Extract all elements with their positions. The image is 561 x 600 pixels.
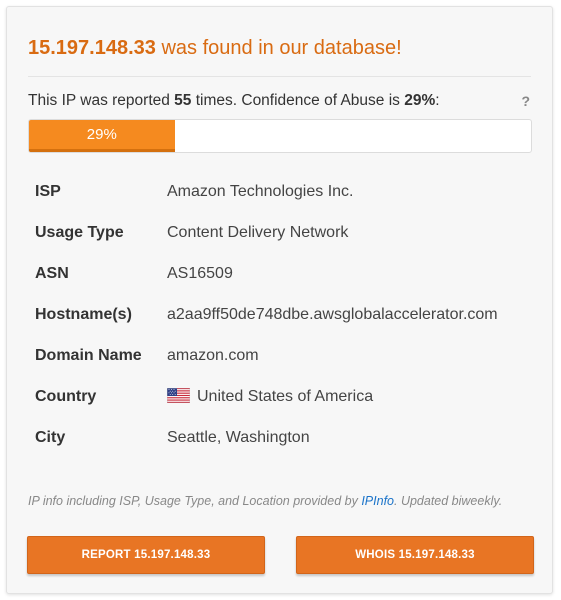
detail-key: Domain Name	[35, 347, 142, 364]
help-icon[interactable]: ?	[521, 91, 530, 111]
confidence-progress-bar: 29%	[28, 119, 532, 153]
us-flag-icon	[167, 388, 190, 403]
note-prefix: IP info including ISP, Usage Type, and L…	[28, 494, 362, 508]
note-suffix: . Updated biweekly.	[394, 494, 503, 508]
detail-value: Amazon Technologies Inc.	[167, 183, 354, 200]
detail-value: amazon.com	[167, 347, 259, 364]
detail-row-country: Country United States of America	[35, 386, 535, 427]
confidence-value: 29%	[404, 92, 436, 109]
ipinfo-link[interactable]: IPInfo	[361, 494, 394, 508]
report-count: 55	[174, 92, 192, 109]
detail-value: AS16509	[167, 265, 233, 282]
detail-key: Usage Type	[35, 224, 124, 241]
whois-button[interactable]: WHOIS 15.197.148.33	[296, 536, 534, 574]
report-prefix: This IP was reported	[28, 92, 175, 109]
detail-key: City	[35, 429, 66, 446]
detail-row-domain-name: Domain Name amazon.com	[35, 345, 535, 386]
detail-row-isp: ISP Amazon Technologies Inc.	[35, 181, 535, 222]
report-mid: times. Confidence of Abuse is	[191, 92, 405, 109]
detail-value: Content Delivery Network	[167, 224, 349, 241]
detail-key: ISP	[35, 183, 61, 200]
detail-value: a2aa9ff50de748dbe.awsglobalaccelerator.c…	[167, 306, 498, 323]
detail-value: Seattle, Washington	[167, 429, 310, 446]
detail-key: Country	[35, 388, 97, 405]
country-name: United States of America	[197, 388, 374, 405]
confidence-progress-fill: 29%	[29, 120, 175, 152]
result-title: 15.197.148.33 was found in our database!	[28, 34, 402, 62]
detail-key: Hostname(s)	[35, 306, 132, 323]
report-suffix: :	[435, 92, 440, 109]
detail-row-hostnames: Hostname(s) a2aa9ff50de748dbe.awsglobala…	[35, 304, 535, 345]
detail-row-city: City Seattle, Washington	[35, 427, 535, 468]
detail-row-asn: ASN AS16509	[35, 263, 535, 304]
found-text: was found in our database!	[155, 37, 402, 59]
ip-details-table: ISP Amazon Technologies Inc. Usage Type …	[35, 181, 535, 468]
ip-address: 15.197.148.33	[28, 37, 156, 59]
ip-result-card: 15.197.148.33 was found in our database!…	[6, 6, 553, 594]
detail-key: ASN	[35, 265, 69, 282]
detail-value-country: United States of America	[167, 386, 535, 427]
data-source-note: IP info including ISP, Usage Type, and L…	[28, 491, 528, 511]
divider	[28, 76, 531, 77]
report-summary: This IP was reported 55 times. Confidenc…	[28, 91, 440, 111]
detail-row-usage-type: Usage Type Content Delivery Network	[35, 222, 535, 263]
report-ip-button[interactable]: REPORT 15.197.148.33	[27, 536, 265, 574]
